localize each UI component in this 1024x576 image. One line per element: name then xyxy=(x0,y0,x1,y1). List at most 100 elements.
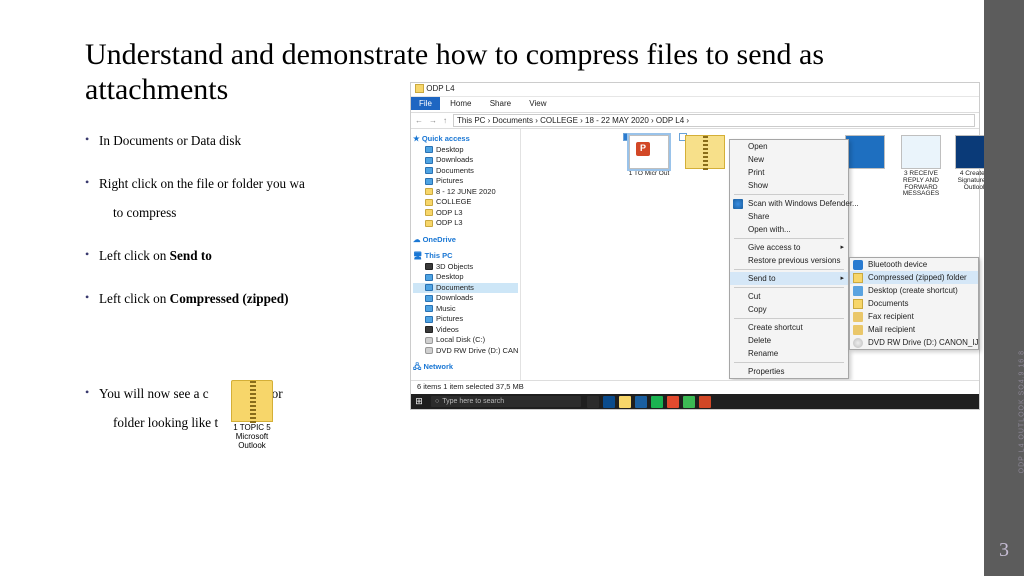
tree-documents2[interactable]: Documents xyxy=(413,283,518,294)
ctx-properties[interactable]: Properties xyxy=(730,365,848,378)
tree-local-disk[interactable]: Local Disk (C:) xyxy=(413,335,518,346)
ctx-new[interactable]: New xyxy=(730,153,848,166)
ctx-open[interactable]: Open xyxy=(730,140,848,153)
zip-icon xyxy=(853,273,863,283)
sendto-dvd[interactable]: DVD RW Drive (D:) CANON_IJ xyxy=(850,336,978,349)
breadcrumb[interactable]: This PC › Documents › COLLEGE › 18 - 22 … xyxy=(453,114,975,127)
ctx-show[interactable]: Show xyxy=(730,179,848,192)
app-icon[interactable] xyxy=(651,396,663,408)
search-icon: ○ xyxy=(435,398,439,405)
side-rail: ODP L4 OUTLOOK SO4.9 16 8 3 xyxy=(984,0,1024,576)
menu-separator xyxy=(734,238,844,239)
ctx-shortcut[interactable]: Create shortcut xyxy=(730,321,848,334)
taskview-icon[interactable] xyxy=(587,396,599,408)
tree-folder-4[interactable]: ODP L3 xyxy=(413,218,518,229)
ctx-cut[interactable]: Cut xyxy=(730,290,848,303)
sendto-mail[interactable]: Mail recipient xyxy=(850,323,978,336)
ctx-share[interactable]: Share xyxy=(730,210,848,223)
tree-folder-3[interactable]: ODP L3 xyxy=(413,208,518,219)
mail-icon xyxy=(853,325,863,335)
sendto-compressed[interactable]: Compressed (zipped) folder xyxy=(850,271,978,284)
ctx-print[interactable]: Print xyxy=(730,166,848,179)
sendto-fax[interactable]: Fax recipient xyxy=(850,310,978,323)
firefox-icon[interactable] xyxy=(667,396,679,408)
tree-network[interactable]: 🖧 Network xyxy=(413,362,518,373)
ctx-delete[interactable]: Delete xyxy=(730,334,848,347)
documents-icon xyxy=(853,299,863,309)
zip-caption: 1 TOPIC 5 Microsoft Outlook xyxy=(227,424,277,450)
bullet-5a: You will now see a c xyxy=(99,386,209,401)
bullet-3: Left click on Send to xyxy=(85,243,445,268)
ctx-restore[interactable]: Restore previous versions xyxy=(730,254,848,267)
tree-this-pc[interactable]: 🖥 This PC xyxy=(413,251,518,262)
window-titlebar: ODP L4 xyxy=(411,83,979,97)
menu-separator xyxy=(734,269,844,270)
explorer-icon[interactable] xyxy=(619,396,631,408)
side-label: ODP L4 OUTLOOK SO4.9 16 8 xyxy=(1018,350,1024,473)
ctx-rename[interactable]: Rename xyxy=(730,347,848,360)
thumb-caption-1: 1 TO Micr Out xyxy=(625,171,673,178)
file-pane[interactable]: 1 TO Micr Out 3 RECEIVE REPLY AND FORWAR… xyxy=(521,129,979,393)
nav-up-icon[interactable]: ↑ xyxy=(443,116,447,125)
bullet-3-bold: Send to xyxy=(170,248,212,263)
start-button[interactable]: ⊞ xyxy=(411,394,427,409)
tree-downloads[interactable]: Downloads xyxy=(413,155,518,166)
ctx-give-access[interactable]: Give access to▸ xyxy=(730,241,848,254)
tree-dvd[interactable]: DVD RW Drive (D:) CANON_IJ xyxy=(413,346,518,357)
tree-3d[interactable]: 3D Objects xyxy=(413,262,518,273)
ppt-icon xyxy=(629,135,669,169)
tree-documents[interactable]: Documents xyxy=(413,166,518,177)
file-thumb-1[interactable]: 1 TO Micr Out xyxy=(625,135,673,178)
tree-music[interactable]: Music xyxy=(413,304,518,315)
context-menu: Open New Print Show Scan with Windows De… xyxy=(729,139,849,379)
ctx-copy[interactable]: Copy xyxy=(730,303,848,316)
window-title: ODP L4 xyxy=(426,84,454,93)
powerpoint-icon[interactable] xyxy=(699,396,711,408)
ctx-openwith[interactable]: Open with... xyxy=(730,223,848,236)
bullet-3a: Left click on xyxy=(99,248,170,263)
menu-separator xyxy=(734,194,844,195)
taskbar: ⊞ ○Type here to search xyxy=(411,394,979,409)
sendto-documents[interactable]: Documents xyxy=(850,297,978,310)
bullet-4: Left click on Compressed (zipped) xyxy=(85,286,445,311)
bullet-2-text: Right click on the file or folder you wa xyxy=(99,176,305,191)
explorer-screenshot: ODP L4 File Home Share View ← → ↑ This P… xyxy=(410,82,980,410)
tree-folder-1[interactable]: 8 - 12 JUNE 2020 xyxy=(413,187,518,198)
nav-back-icon[interactable]: ← xyxy=(415,116,423,125)
tree-pictures2[interactable]: Pictures xyxy=(413,314,518,325)
ribbon-view[interactable]: View xyxy=(521,97,554,110)
file-thumb-2[interactable] xyxy=(681,135,729,169)
taskbar-search[interactable]: ○Type here to search xyxy=(431,396,581,407)
bullet-4a: Left click on xyxy=(99,291,170,306)
sendto-desktop[interactable]: Desktop (create shortcut) xyxy=(850,284,978,297)
tree-folder-2[interactable]: COLLEGE xyxy=(413,197,518,208)
fax-icon xyxy=(853,312,863,322)
bullet-1: In Documents or Data disk xyxy=(85,128,445,153)
ctx-scan[interactable]: Scan with Windows Defender... xyxy=(730,197,848,210)
tree-onedrive[interactable]: ☁ OneDrive xyxy=(413,235,518,246)
tree-quick-access[interactable]: ★ Quick access xyxy=(413,134,518,145)
tree-videos[interactable]: Videos xyxy=(413,325,518,336)
tree-downloads2[interactable]: Downloads xyxy=(413,293,518,304)
tree-desktop2[interactable]: Desktop xyxy=(413,272,518,283)
store-icon[interactable] xyxy=(635,396,647,408)
tree-desktop[interactable]: Desktop xyxy=(413,145,518,156)
menu-separator xyxy=(734,287,844,288)
tree-pictures[interactable]: Pictures xyxy=(413,176,518,187)
dvd-icon xyxy=(853,338,863,348)
sendto-submenu: Bluetooth device Compressed (zipped) fol… xyxy=(849,257,979,350)
nav-forward-icon[interactable]: → xyxy=(429,116,437,125)
shield-icon xyxy=(733,199,743,209)
explorer-body: ★ Quick access Desktop Downloads Documen… xyxy=(411,129,979,393)
edge-icon[interactable] xyxy=(603,396,615,408)
nav-tree: ★ Quick access Desktop Downloads Documen… xyxy=(411,129,521,393)
chevron-right-icon: ▸ xyxy=(840,243,844,251)
file-thumb-3[interactable]: 3 RECEIVE REPLY AND FORWARD MESSAGES xyxy=(897,135,945,198)
ctx-send-to[interactable]: Send to▸ xyxy=(730,272,848,285)
sendto-bluetooth[interactable]: Bluetooth device xyxy=(850,258,978,271)
ribbon-share[interactable]: Share xyxy=(482,97,519,110)
outlook-icon xyxy=(845,135,885,169)
chrome-icon[interactable] xyxy=(683,396,695,408)
ribbon-file[interactable]: File xyxy=(411,97,440,110)
ribbon-home[interactable]: Home xyxy=(442,97,479,110)
